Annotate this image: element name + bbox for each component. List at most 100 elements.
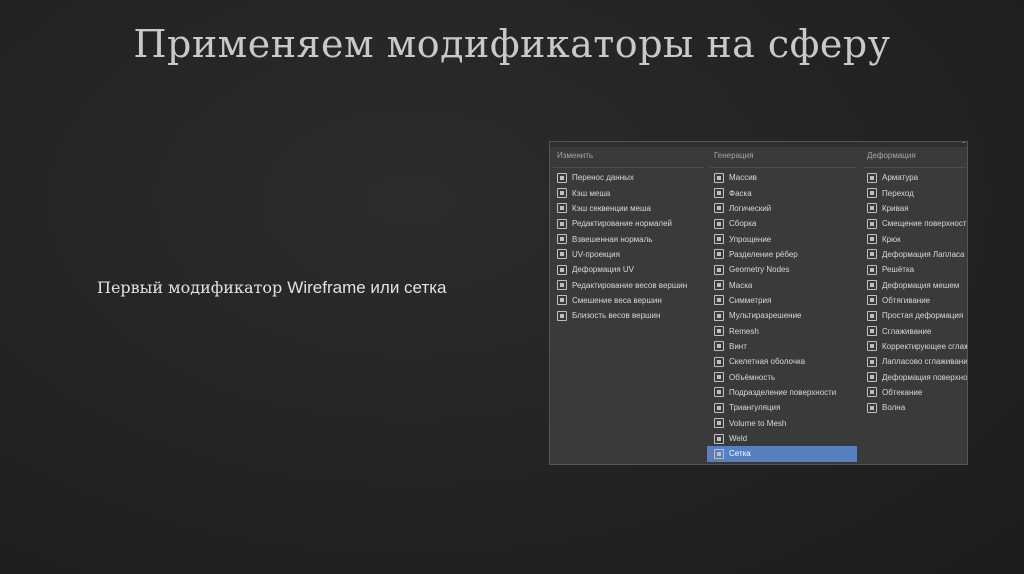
menu-item-label: Арматура [882, 173, 919, 183]
menu-item-label: Remesh [729, 326, 759, 336]
displace-icon [867, 218, 877, 229]
mesh-deform-icon [867, 280, 877, 291]
menu-item[interactable]: Логический [707, 201, 859, 216]
menu-item[interactable]: Деформация UV [550, 262, 707, 277]
menu-item-label: Триангуляция [729, 403, 781, 413]
menu-item[interactable]: Кэш секвенции меша [550, 201, 707, 216]
boolean-icon [714, 203, 724, 214]
menu-item[interactable]: Мультиразрешение [707, 308, 859, 323]
menu-item[interactable]: Массив [707, 170, 859, 185]
menu-item[interactable]: Сетка [707, 446, 857, 462]
menu-item[interactable]: Объёмность [707, 369, 859, 384]
menu-item-label: Деформация Лапласа [882, 249, 965, 259]
surface-deform-icon [867, 372, 877, 383]
menu-item-label: Переход [882, 188, 914, 198]
menu-item[interactable]: UV-проекция [550, 247, 707, 262]
menu-item[interactable]: Weld [707, 431, 859, 446]
menu-item-label: Обтягивание [882, 295, 931, 305]
menu-item[interactable]: Винт [707, 339, 859, 354]
simple-deform-icon [867, 310, 877, 321]
menu-corner-icon: • [962, 141, 966, 147]
menu-item[interactable]: Деформация мешем [860, 277, 967, 292]
menu-item[interactable]: Сборка [707, 216, 859, 231]
menu-item-label: Деформация мешем [882, 280, 960, 290]
slide-title: Применяем модификаторы на сферу [133, 22, 891, 66]
menu-item[interactable]: Решётка [860, 262, 967, 277]
menu-item[interactable]: Корректирующее сглаж [860, 339, 967, 354]
mask-icon [714, 280, 724, 291]
menu-item-label: Смещение поверхности [882, 219, 968, 229]
menu-item[interactable]: Обтягивание [860, 293, 967, 308]
laplacian-deform-icon [867, 249, 877, 260]
curve-icon [867, 203, 877, 214]
menu-item-label: Логический [729, 203, 772, 213]
menu-item[interactable]: Триангуляция [707, 400, 859, 415]
column-items: Арматура Переход Кривая Смещение поверхност… [860, 170, 968, 416]
menu-item[interactable]: Взвешенная нормаль [550, 231, 707, 246]
triangulate-icon [714, 402, 724, 413]
menu-item-label: Массив [729, 173, 757, 183]
geometry-nodes-icon [714, 264, 724, 275]
menu-item[interactable]: Деформация Лапласа [860, 247, 967, 262]
menu-item-label: Кривая [882, 203, 909, 213]
skin-icon [714, 356, 724, 367]
menu-item[interactable]: Маска [707, 277, 859, 292]
remesh-icon [714, 326, 724, 337]
menu-item-label: Деформация поверхнос [882, 372, 968, 382]
menu-item[interactable]: Редактирование нормалей [550, 216, 707, 231]
screw-icon [714, 341, 724, 352]
menu-item[interactable]: Простая деформация [860, 308, 967, 323]
menu-item[interactable]: Лапласово сглаживани [860, 354, 967, 369]
laplacian-smooth-icon [867, 356, 877, 367]
menu-item[interactable]: Арматура [860, 170, 967, 185]
menu-item[interactable]: Разделение рёбер [707, 247, 859, 262]
menu-item-label: Volume to Mesh [729, 418, 787, 428]
menu-item[interactable]: Кривая [860, 201, 967, 216]
caption-text: Первый модификатор [97, 278, 288, 297]
column-items: Массив Фаска Логический Сборка Упрощение Разд… [707, 170, 859, 462]
menu-item-label: Решётка [882, 265, 915, 275]
menu-item-label: Кэш меша [572, 188, 611, 198]
menu-item[interactable]: Перенос данных [550, 170, 707, 185]
add-modifier-menu: • Изменить Перенос данных Кэш меша Кэш сек… [549, 141, 968, 465]
menu-item[interactable]: Близость весов вершин [550, 308, 707, 323]
menu-item-label: Кэш секвенции меша [572, 203, 651, 213]
menu-item[interactable]: Фаска [707, 185, 859, 200]
column-divider [710, 167, 856, 168]
menu-top-bar [550, 142, 967, 147]
slide-caption: Первый модификатор Wireframe или сетка [97, 278, 447, 298]
menu-item[interactable]: Деформация поверхнос [860, 369, 968, 384]
menu-item[interactable]: Волна [860, 400, 967, 415]
menu-item-label: Сглаживание [882, 326, 932, 336]
menu-item[interactable]: Переход [860, 185, 967, 200]
menu-item-label: Симметрия [729, 295, 772, 305]
menu-item[interactable]: Volume to Mesh [707, 416, 859, 431]
column-items: Перенос данных Кэш меша Кэш секвенции меша… [550, 170, 707, 323]
edge-split-icon [714, 249, 724, 260]
menu-item[interactable]: Упрощение [707, 231, 859, 246]
decimate-icon [714, 234, 724, 245]
column-divider [553, 167, 704, 168]
menu-item[interactable]: Смещение поверхности [860, 216, 968, 231]
lattice-icon [867, 264, 877, 275]
menu-item[interactable]: Симметрия [707, 293, 859, 308]
weighted-normal-icon [557, 234, 567, 245]
menu-item-label: Взвешенная нормаль [572, 234, 653, 244]
bevel-icon [714, 188, 724, 199]
menu-item[interactable]: Редактирование весов вершин [550, 277, 707, 292]
menu-item[interactable]: Geometry Nodes [707, 262, 859, 277]
menu-item[interactable]: Скелетная оболочка [707, 354, 859, 369]
menu-item[interactable]: Подразделение поверхности [707, 385, 859, 400]
hook-icon [867, 234, 877, 245]
menu-item[interactable]: Крюк [860, 231, 967, 246]
menu-item-label: Скелетная оболочка [729, 357, 806, 367]
menu-item-label: Geometry Nodes [729, 265, 790, 275]
menu-item-label: Сетка [729, 449, 751, 459]
menu-item[interactable]: Сглаживание [860, 323, 967, 338]
menu-item[interactable]: Кэш меша [550, 185, 707, 200]
menu-item[interactable]: Смешение веса вершин [550, 293, 707, 308]
menu-item-label: Волна [882, 403, 906, 413]
menu-item[interactable]: Обтекание [860, 385, 967, 400]
menu-item[interactable]: Remesh [707, 323, 859, 338]
uv-project-icon [557, 249, 567, 260]
